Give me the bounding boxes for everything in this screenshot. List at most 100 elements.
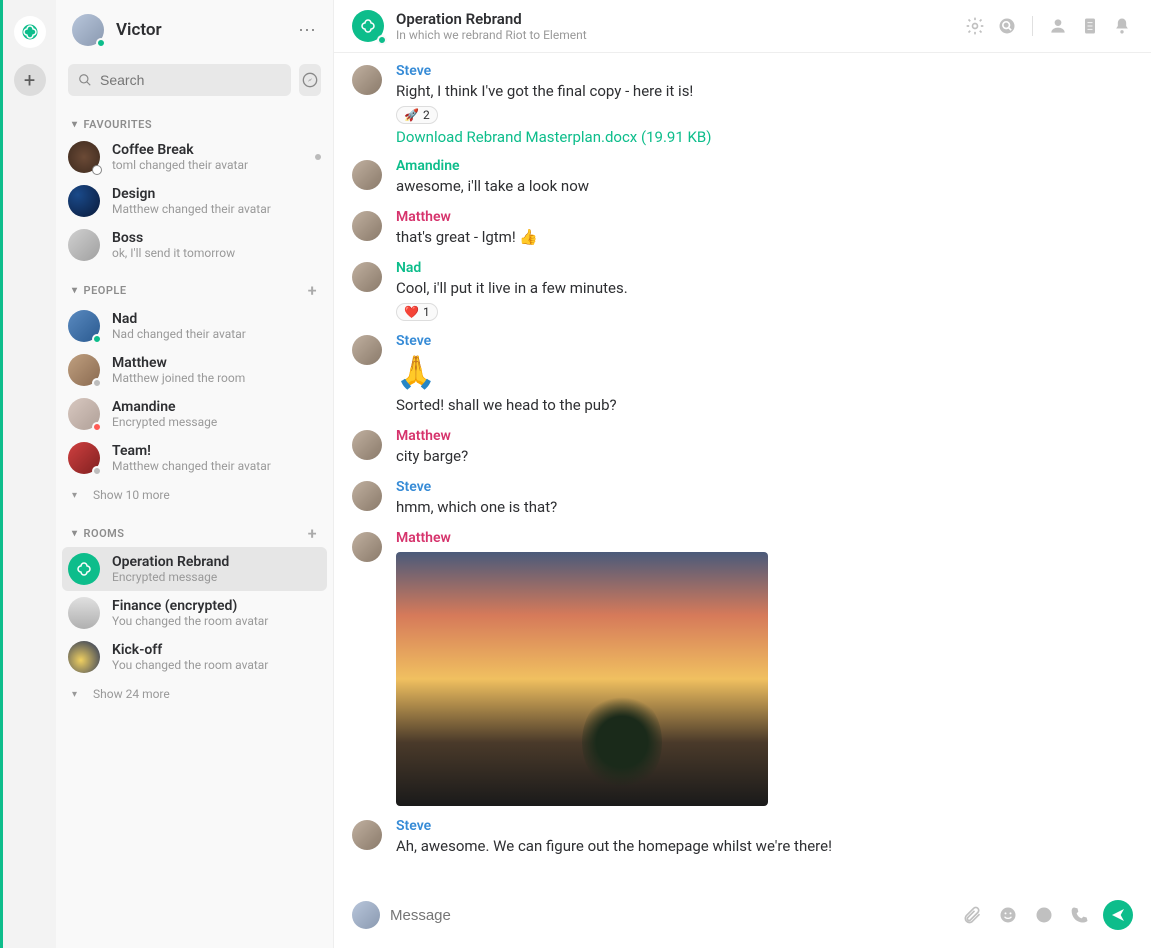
room-avatar bbox=[68, 229, 100, 261]
download-link[interactable]: Download Rebrand Masterplan.docx (19.91 … bbox=[396, 128, 711, 146]
sidebar-header: Victor ⋯ bbox=[56, 0, 333, 56]
dm-item-matthew[interactable]: Matthew Matthew joined the room bbox=[56, 348, 333, 392]
show-more-people[interactable]: ▾ Show 10 more bbox=[56, 480, 333, 510]
chevron-down-icon: ▾ bbox=[72, 285, 78, 296]
reaction-pill[interactable]: ❤️1 bbox=[396, 303, 438, 321]
search-input[interactable] bbox=[100, 72, 281, 88]
room-name: Team! bbox=[112, 443, 321, 459]
message-body: Matthew bbox=[396, 530, 1133, 806]
search-box[interactable] bbox=[68, 64, 291, 96]
room-item-finance[interactable]: Finance (encrypted) You changed the room… bbox=[56, 591, 333, 635]
room-item-design[interactable]: Design Matthew changed their avatar bbox=[56, 179, 333, 223]
send-button[interactable] bbox=[1103, 900, 1133, 930]
sender-avatar[interactable] bbox=[352, 160, 382, 190]
sender-avatar[interactable] bbox=[352, 211, 382, 241]
sender-name[interactable]: Nad bbox=[396, 260, 1133, 276]
paperclip-icon bbox=[962, 905, 982, 925]
voice-call-button[interactable] bbox=[1067, 902, 1093, 928]
room-item-boss[interactable]: Boss ok, I'll send it tomorrow bbox=[56, 223, 333, 267]
element-logo-icon bbox=[21, 23, 39, 41]
user-avatar[interactable] bbox=[72, 14, 104, 46]
plus-icon: + bbox=[24, 68, 35, 92]
unread-indicator bbox=[315, 154, 321, 160]
show-more-rooms[interactable]: ▾ Show 24 more bbox=[56, 679, 333, 709]
sender-name[interactable]: Matthew bbox=[396, 209, 1133, 225]
room-name: Design bbox=[112, 186, 321, 202]
section-label: FAVOURITES bbox=[84, 118, 317, 131]
sender-name[interactable]: Steve bbox=[396, 63, 1133, 79]
search-row bbox=[56, 56, 333, 104]
username-label[interactable]: Victor bbox=[116, 20, 298, 40]
emoji-button[interactable] bbox=[995, 902, 1021, 928]
attach-button[interactable] bbox=[959, 902, 985, 928]
home-space-button[interactable] bbox=[14, 16, 46, 48]
room-preview: toml changed their avatar bbox=[112, 158, 315, 172]
chevron-down-icon: ▾ bbox=[72, 490, 77, 501]
dm-item-amandine[interactable]: Amandine Encrypted message bbox=[56, 392, 333, 436]
add-dm-button[interactable]: + bbox=[308, 281, 317, 300]
sender-avatar[interactable] bbox=[352, 430, 382, 460]
sender-name[interactable]: Steve bbox=[396, 479, 1133, 495]
sender-name[interactable]: Matthew bbox=[396, 428, 1133, 444]
message-row: Matthew bbox=[352, 524, 1133, 812]
composer bbox=[334, 888, 1151, 948]
room-avatar bbox=[68, 185, 100, 217]
message-image[interactable] bbox=[396, 552, 768, 806]
sticker-button[interactable] bbox=[1031, 902, 1057, 928]
section-favourites-header[interactable]: ▾ FAVOURITES bbox=[56, 104, 333, 135]
settings-button[interactable] bbox=[964, 15, 986, 37]
sender-avatar[interactable] bbox=[352, 262, 382, 292]
room-avatar bbox=[68, 553, 100, 585]
presence-online-icon bbox=[96, 38, 106, 48]
sender-name[interactable]: Amandine bbox=[396, 158, 1133, 174]
sender-name[interactable]: Steve bbox=[396, 818, 1133, 834]
reaction-emoji: 🚀 bbox=[404, 108, 419, 122]
sender-avatar[interactable] bbox=[352, 335, 382, 365]
room-avatar bbox=[68, 442, 100, 474]
section-rooms-header[interactable]: ▾ ROOMS + bbox=[56, 510, 333, 547]
show-more-label: Show 10 more bbox=[93, 488, 170, 502]
message-input[interactable] bbox=[390, 907, 949, 924]
sender-avatar[interactable] bbox=[352, 481, 382, 511]
files-button[interactable] bbox=[1079, 15, 1101, 37]
explore-button[interactable] bbox=[299, 64, 321, 96]
room-header-avatar[interactable] bbox=[352, 10, 384, 42]
add-space-button[interactable]: + bbox=[14, 64, 46, 96]
room-item-coffee-break[interactable]: Coffee Break toml changed their avatar bbox=[56, 135, 333, 179]
sender-name[interactable]: Matthew bbox=[396, 530, 1133, 546]
messages-timeline[interactable]: SteveRight, I think I've got the final c… bbox=[334, 53, 1151, 888]
message-text: city barge? bbox=[396, 446, 1133, 467]
members-button[interactable] bbox=[1047, 15, 1069, 37]
reaction-pill[interactable]: 🚀2 bbox=[396, 106, 438, 124]
message-body: Matthewthat's great - lgtm! 👍 bbox=[396, 209, 1133, 248]
room-item-kickoff[interactable]: Kick-off You changed the room avatar bbox=[56, 635, 333, 679]
message-text: hmm, which one is that? bbox=[396, 497, 1133, 518]
room-avatar bbox=[68, 354, 100, 386]
room-preview: Nad changed their avatar bbox=[112, 327, 321, 341]
user-menu-button[interactable]: ⋯ bbox=[298, 20, 317, 41]
sender-avatar[interactable] bbox=[352, 820, 382, 850]
reaction-emoji: ❤️ bbox=[404, 305, 419, 319]
add-room-button[interactable]: + bbox=[308, 524, 317, 543]
room-name: Matthew bbox=[112, 355, 321, 371]
message-row: NadCool, i'll put it live in a few minut… bbox=[352, 254, 1133, 327]
message-row: Steve🙏Sorted! shall we head to the pub? bbox=[352, 327, 1133, 422]
message-row: Steve hmm, which one is that? bbox=[352, 473, 1133, 524]
presence-online-icon bbox=[92, 334, 102, 344]
sender-name[interactable]: Steve bbox=[396, 333, 1133, 349]
dm-item-team[interactable]: Team! Matthew changed their avatar bbox=[56, 436, 333, 480]
show-more-label: Show 24 more bbox=[93, 687, 170, 701]
notifications-button[interactable] bbox=[1111, 15, 1133, 37]
message-row: Matthewthat's great - lgtm! 👍 bbox=[352, 203, 1133, 254]
dm-item-nad[interactable]: Nad Nad changed their avatar bbox=[56, 304, 333, 348]
globe-icon bbox=[92, 165, 102, 175]
room-item-operation-rebrand[interactable]: Operation Rebrand Encrypted message bbox=[62, 547, 327, 591]
emoji-content: 🙏 bbox=[396, 353, 1133, 391]
message-body: SteveRight, I think I've got the final c… bbox=[396, 63, 1133, 146]
sender-avatar[interactable] bbox=[352, 532, 382, 562]
search-room-button[interactable] bbox=[996, 15, 1018, 37]
sender-avatar[interactable] bbox=[352, 65, 382, 95]
room-preview: You changed the room avatar bbox=[112, 614, 321, 628]
room-header: Operation Rebrand In which we rebrand Ri… bbox=[334, 0, 1151, 53]
section-people-header[interactable]: ▾ PEOPLE + bbox=[56, 267, 333, 304]
